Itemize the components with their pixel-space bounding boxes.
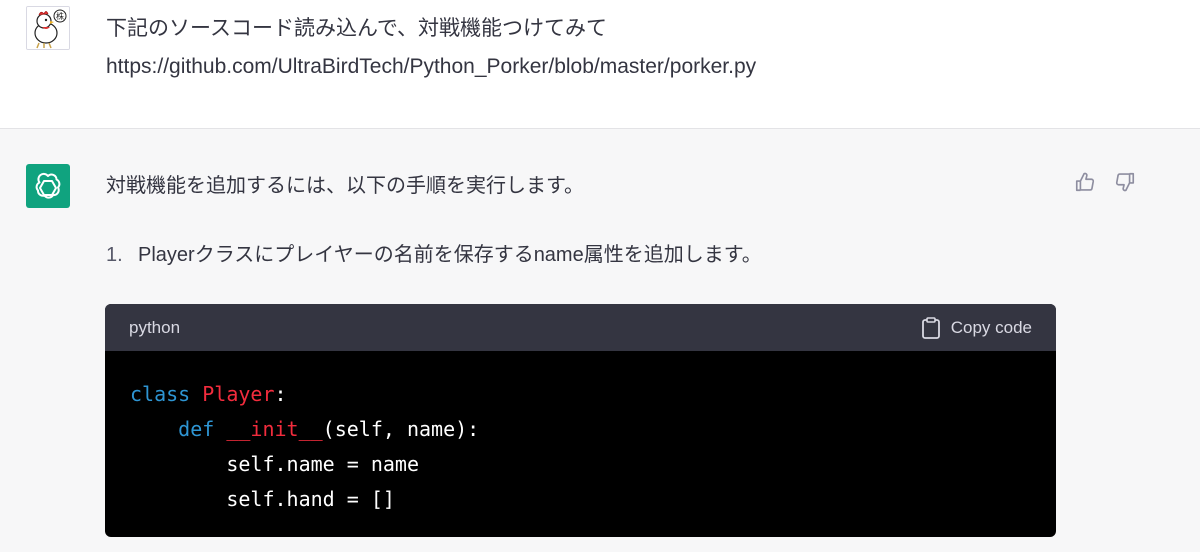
code-class-name: Player [202,382,275,406]
code-line: self.name = name [130,447,1031,482]
copy-code-label: Copy code [950,317,1032,337]
code-keyword: class [130,382,191,406]
user-message-row: 株 下記のソースコード読み込んで、対戦機能つけてみて https://githu… [0,0,1200,129]
code-line: class Player: [130,377,1031,412]
chicken-avatar-icon: 株 [27,7,69,49]
code-line: def __init__(self, name): [130,412,1031,447]
feedback-controls [1072,169,1138,195]
assistant-message-row: 対戦機能を追加するには、以下の手順を実行します。 1. Playerクラスにプレイ… [0,129,1200,552]
user-avatar: 株 [26,6,70,50]
code-language-label: python [129,317,181,337]
code-punct: : [274,382,287,406]
thumbs-up-icon [1075,172,1095,192]
list-item-text: Playerクラスにプレイヤーの名前を保存するname属性を追加します。 [138,244,762,266]
code-text: self.hand = [] [226,487,395,511]
code-function-name: __init__ [226,417,323,441]
code-params: (self, name): [322,417,480,441]
openai-logo-icon [35,172,61,199]
copy-code-button[interactable]: Copy code [921,316,1032,339]
code-block-header: python Copy code [105,304,1056,351]
thumbs-up-button[interactable] [1072,169,1098,195]
code-block: python Copy code class Player: def __ini… [105,304,1056,537]
clipboard-icon [921,316,940,339]
user-message-line: 下記のソースコード読み込んで、対戦機能つけてみて [106,17,608,40]
user-message-text: 下記のソースコード読み込んで、対戦機能つけてみて https://github.… [106,10,1106,86]
thumbs-down-button[interactable] [1112,169,1138,195]
list-item: 1. Playerクラスにプレイヤーの名前を保存するname属性を追加します。 [106,240,762,270]
assistant-intro-text: 対戦機能を追加するには、以下の手順を実行します。 [106,175,584,197]
svg-text:株: 株 [56,11,64,21]
code-line: self.hand = [] [130,482,1031,517]
code-content: class Player: def __init__(self, name): … [105,351,1056,517]
assistant-avatar [26,164,70,208]
list-item-number: 1. [106,244,123,266]
thumbs-down-icon [1115,172,1135,192]
code-keyword: def [178,417,215,441]
user-message-link: https://github.com/UltraBirdTech/Python_… [106,55,757,78]
code-text: self.name = name [226,452,419,476]
